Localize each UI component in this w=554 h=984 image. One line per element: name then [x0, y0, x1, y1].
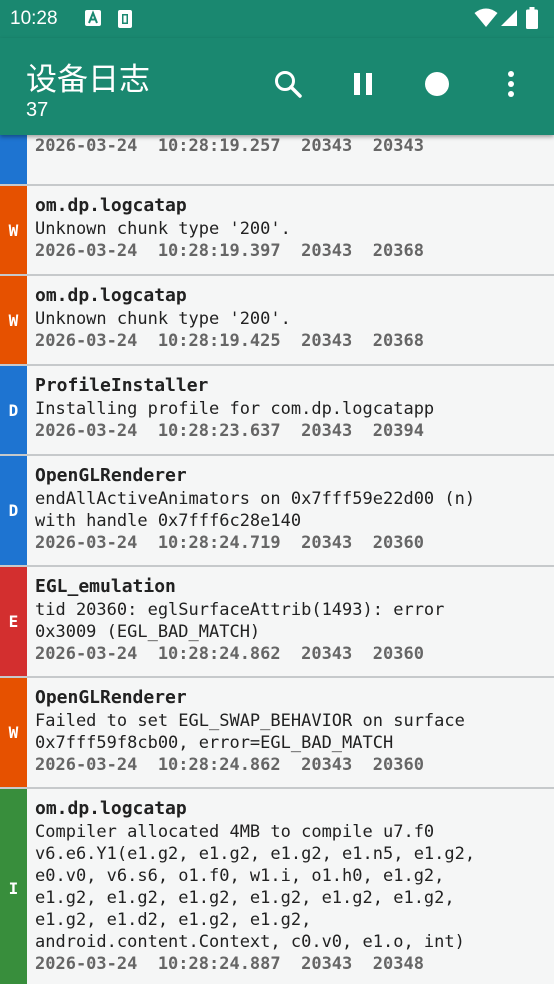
log-tag: OpenGLRenderer [35, 465, 187, 486]
more-vert-icon [507, 70, 515, 102]
log-message: tid 20360: eglSurfaceAttrib(1493): error… [35, 600, 445, 642]
log-level-badge: W [0, 276, 27, 364]
log-entry[interactable]: onServiceConnected 2026-03-24 10:28:19.2… [0, 135, 554, 186]
log-message: Unknown chunk type '200'. [35, 309, 291, 329]
log-meta: 2026-03-24 10:28:24.887 20343 20348 [35, 954, 424, 974]
status-bar: 10:28 [0, 0, 554, 38]
record-button[interactable] [417, 66, 457, 106]
log-meta: 2026-03-24 10:28:19.425 20343 20368 [35, 331, 424, 351]
log-level-badge [0, 135, 27, 184]
status-time: 10:28 [10, 8, 58, 29]
battery-icon [526, 7, 538, 33]
log-meta: 2026-03-24 10:28:24.862 20343 20360 [35, 644, 424, 664]
wifi-icon [474, 8, 498, 32]
page-title: 设备日志 [26, 62, 150, 98]
log-level-badge: D [0, 456, 27, 565]
sim-card-icon [117, 9, 133, 33]
log-level-badge: W [0, 678, 27, 787]
log-entry[interactable]: D OpenGLRenderer endAllActiveAnimators o… [0, 456, 554, 567]
log-list[interactable]: onServiceConnected 2026-03-24 10:28:19.2… [0, 135, 554, 984]
log-meta: 2026-03-24 10:28:24.719 20343 20360 [35, 533, 424, 553]
more-options-button[interactable] [491, 66, 531, 106]
log-tag: om.dp.logcatap [35, 195, 187, 216]
log-entry[interactable]: W om.dp.logcatap Unknown chunk type '200… [0, 186, 554, 276]
search-icon [273, 69, 303, 103]
log-message: Installing profile for com.dp.logcatapp [35, 399, 435, 419]
log-tag: OpenGLRenderer [35, 687, 187, 708]
pause-button[interactable] [343, 66, 383, 106]
log-tag: om.dp.logcatap [35, 798, 187, 819]
pause-icon [352, 72, 374, 100]
log-meta: 2026-03-24 10:28:24.862 20343 20360 [35, 755, 424, 775]
log-level-badge: W [0, 186, 27, 274]
log-entry[interactable]: D ProfileInstaller Installing profile fo… [0, 366, 554, 456]
notification-a-icon [84, 9, 102, 31]
record-icon [424, 71, 450, 101]
log-message: Unknown chunk type '200'. [35, 219, 291, 239]
log-entry[interactable]: I om.dp.logcatap Compiler allocated 4MB … [0, 789, 554, 984]
log-entry[interactable]: E EGL_emulation tid 20360: eglSurfaceAtt… [0, 567, 554, 678]
cell-signal-icon [500, 9, 518, 31]
log-message: endAllActiveAnimators on 0x7fff59e22d00 … [35, 489, 476, 531]
log-tag: om.dp.logcatap [35, 285, 187, 306]
log-entry[interactable]: W om.dp.logcatap Unknown chunk type '200… [0, 276, 554, 366]
log-level-badge: I [0, 789, 27, 984]
log-message: Compiler allocated 4MB to compile u7.f0 … [35, 822, 476, 952]
log-meta: 2026-03-24 10:28:19.257 20343 20343 [35, 136, 424, 156]
log-meta: 2026-03-24 10:28:23.637 20343 20394 [35, 421, 424, 441]
log-count: 37 [26, 99, 49, 121]
log-tag: EGL_emulation [35, 576, 176, 597]
log-entry[interactable]: W OpenGLRenderer Failed to set EGL_SWAP_… [0, 678, 554, 789]
app-bar: 设备日志 37 [0, 38, 554, 135]
log-message: Failed to set EGL_SWAP_BEHAVIOR on surfa… [35, 711, 465, 753]
log-meta: 2026-03-24 10:28:19.397 20343 20368 [35, 241, 424, 261]
log-tag: ProfileInstaller [35, 375, 209, 396]
log-level-badge: D [0, 366, 27, 454]
log-level-badge: E [0, 567, 27, 676]
search-button[interactable] [268, 66, 308, 106]
